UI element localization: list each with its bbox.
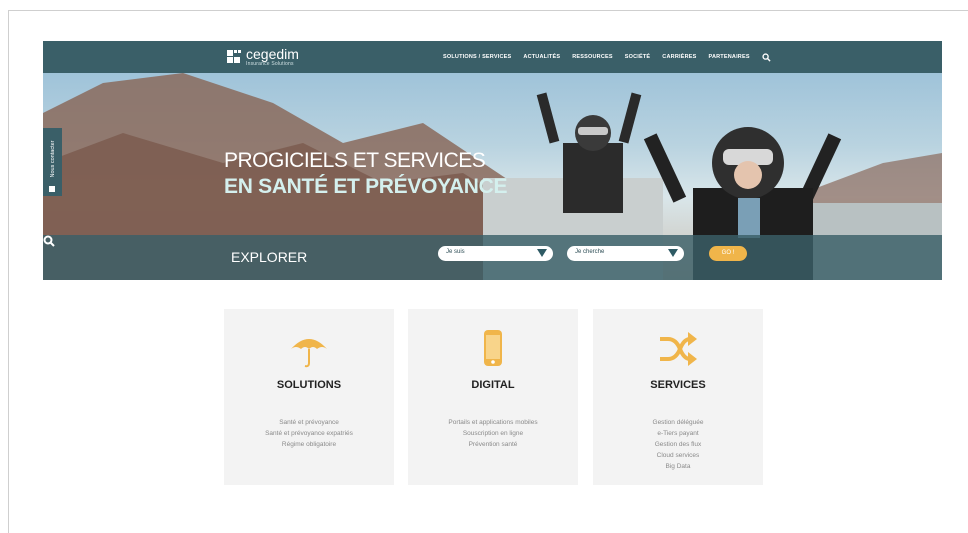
- card-title: DIGITAL: [471, 379, 515, 391]
- contact-tab-label: Nous contacter: [50, 140, 56, 178]
- nav-item-solutions-services[interactable]: SOLUTIONS / SERVICES: [443, 54, 511, 60]
- card-links: Portails et applications mobiles Souscri…: [408, 417, 578, 450]
- search-icon[interactable]: [43, 235, 55, 247]
- hero-banner: PROGICIELS ET SERVICES EN SANTÉ ET PRÉVO…: [43, 73, 942, 280]
- search-icon[interactable]: [762, 52, 771, 62]
- mobile-icon: [484, 330, 502, 366]
- contact-square-icon: [49, 186, 55, 192]
- umbrella-icon: [291, 339, 327, 368]
- nav-menu: SOLUTIONS / SERVICES ACTUALITÉS RESSOURC…: [443, 41, 771, 73]
- shuffle-icon: [660, 332, 697, 366]
- logo-mark-icon: [227, 50, 241, 64]
- card-links: Santé et prévoyance Santé et prévoyance …: [224, 417, 394, 450]
- card-link[interactable]: Cloud services: [593, 450, 763, 461]
- hero-title-line2: EN SANTÉ ET PRÉVOYANCE: [224, 175, 508, 198]
- nav-item-carrieres[interactable]: CARRIÈRES: [662, 54, 696, 60]
- je-suis-select[interactable]: Je suis: [438, 246, 553, 261]
- explore-bar: EXPLORER Je suis Je cherche GO !: [43, 235, 942, 280]
- card-link[interactable]: Santé et prévoyance expatriés: [224, 428, 394, 439]
- explore-label: EXPLORER: [231, 249, 308, 265]
- card-title: SOLUTIONS: [276, 379, 342, 391]
- card-solutions[interactable]: SOLUTIONS Santé et prévoyance Santé et p…: [224, 309, 394, 485]
- card-link[interactable]: Prévention santé: [408, 439, 578, 450]
- card-title: SERVICES: [650, 379, 706, 391]
- card-link[interactable]: Gestion des flux: [593, 439, 763, 450]
- cegedim-logo[interactable]: cegedim Insurance Solutions: [227, 47, 299, 67]
- je-suis-value: Je suis: [446, 249, 465, 255]
- chevron-down-icon: [668, 249, 678, 257]
- logo-name: cegedim: [246, 46, 299, 62]
- card-link[interactable]: Portails et applications mobiles: [408, 417, 578, 428]
- contact-tab[interactable]: Nous contacter: [43, 128, 62, 196]
- nav-item-ressources[interactable]: RESSOURCES: [572, 54, 613, 60]
- top-navigation: cegedim Insurance Solutions SOLUTIONS / …: [43, 41, 942, 73]
- go-button[interactable]: GO !: [709, 246, 747, 261]
- card-link[interactable]: Souscription en ligne: [408, 428, 578, 439]
- hero-title-line1: PROGICIELS ET SERVICES: [224, 149, 486, 172]
- chevron-down-icon: [537, 249, 547, 257]
- je-cherche-value: Je cherche: [575, 249, 605, 255]
- card-link[interactable]: Big Data: [593, 461, 763, 472]
- card-digital[interactable]: DIGITAL Portails et applications mobiles…: [408, 309, 578, 485]
- card-links: Gestion déléguée e-Tiers payant Gestion …: [593, 417, 763, 472]
- card-link[interactable]: Régime obligatoire: [224, 439, 394, 450]
- card-link[interactable]: Santé et prévoyance: [224, 417, 394, 428]
- nav-item-actualites[interactable]: ACTUALITÉS: [523, 54, 560, 60]
- nav-item-societe[interactable]: SOCIÉTÉ: [625, 54, 651, 60]
- nav-item-partenaires[interactable]: PARTENAIRES: [709, 54, 750, 60]
- logo-subtitle: Insurance Solutions: [246, 61, 294, 67]
- je-cherche-select[interactable]: Je cherche: [567, 246, 684, 261]
- card-link[interactable]: Gestion déléguée: [593, 417, 763, 428]
- card-services[interactable]: SERVICES Gestion déléguée e-Tiers payant…: [593, 309, 763, 485]
- card-link[interactable]: e-Tiers payant: [593, 428, 763, 439]
